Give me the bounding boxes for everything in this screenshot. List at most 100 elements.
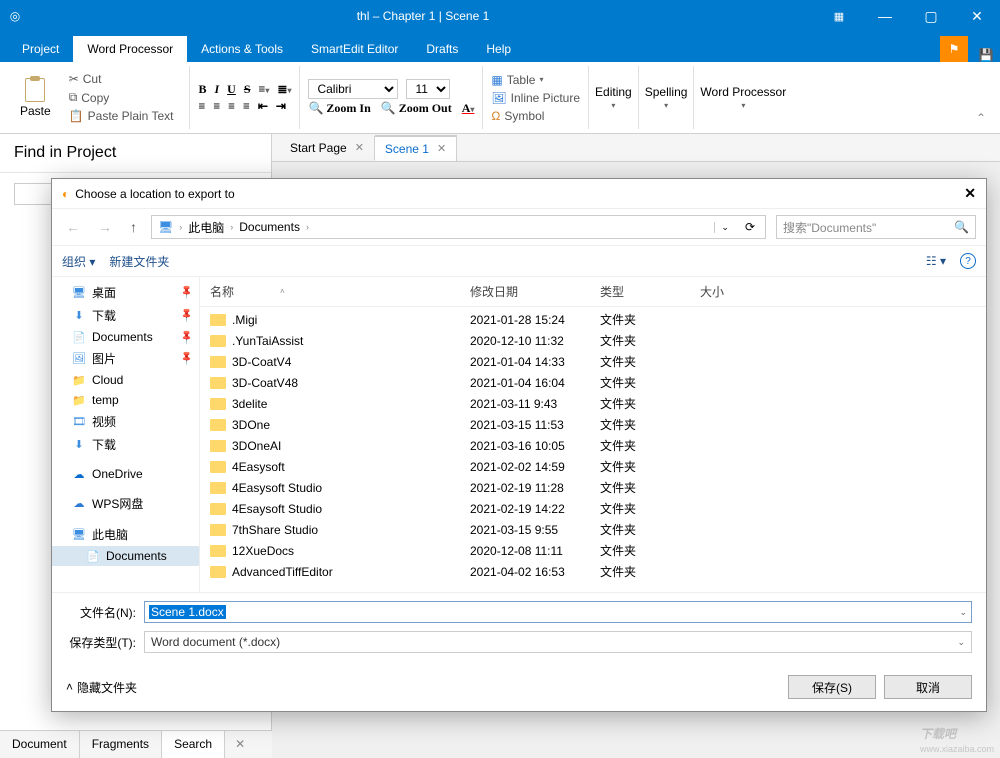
doctab-start-page[interactable]: Start Page✕: [280, 136, 375, 160]
close-icon[interactable]: ✕: [355, 141, 364, 154]
tree-item[interactable]: ⬇下载📌: [52, 304, 199, 327]
close-icon[interactable]: ✕: [437, 142, 446, 155]
file-list-header[interactable]: 名称˄ 修改日期 类型 大小: [200, 277, 986, 307]
nav-back-button[interactable]: ←: [62, 219, 84, 235]
save-icon[interactable]: 💾: [972, 48, 1000, 62]
file-row[interactable]: AdvancedTiffEditor2021-04-02 16:53文件夹: [210, 561, 976, 582]
btab-fragments[interactable]: Fragments: [80, 731, 162, 758]
btab-document[interactable]: Document: [0, 731, 80, 758]
chevron-down-icon[interactable]: ⌄: [957, 637, 965, 648]
breadcrumb-item[interactable]: 此电脑: [188, 219, 224, 236]
italic-button[interactable]: I: [214, 82, 219, 97]
cancel-button[interactable]: 取消: [884, 675, 972, 699]
file-row[interactable]: 12XueDocs2020-12-08 11:11文件夹: [210, 540, 976, 561]
search-box[interactable]: 搜索"Documents" 🔍: [776, 215, 976, 239]
paste-plain-button[interactable]: 📋Paste Plain Text: [69, 108, 174, 124]
file-row[interactable]: 3DOne2021-03-15 11:53文件夹: [210, 414, 976, 435]
align-center-button[interactable]: ≡: [213, 99, 220, 114]
tree-item[interactable]: 📁temp: [52, 390, 199, 410]
file-row[interactable]: 3D-CoatV482021-01-04 16:04文件夹: [210, 372, 976, 393]
tree-item[interactable]: ⬇下载: [52, 433, 199, 456]
view-mode-button[interactable]: ☷ ▾: [926, 254, 946, 268]
file-row[interactable]: 3delite2021-03-11 9:43文件夹: [210, 393, 976, 414]
refresh-button[interactable]: ⟳: [741, 220, 759, 234]
docs-icon: 📄: [86, 549, 100, 563]
tree-item[interactable]: 📄Documents📌: [52, 327, 199, 347]
align-left-button[interactable]: ≡: [198, 99, 205, 114]
tab-help[interactable]: Help: [472, 36, 525, 62]
save-button[interactable]: 保存(S): [788, 675, 876, 699]
ribbon-collapse-icon[interactable]: ⌃: [968, 107, 994, 129]
editing-button[interactable]: Editing▾: [589, 66, 639, 129]
dialog-close-button[interactable]: ✕: [964, 185, 976, 202]
file-row[interactable]: 4Easysoft Studio2021-02-19 11:28文件夹: [210, 477, 976, 498]
font-color-button[interactable]: A▾: [462, 101, 475, 116]
indent-increase-button[interactable]: ⇥: [276, 99, 286, 114]
file-row[interactable]: .YunTaiAssist2020-12-10 11:32文件夹: [210, 330, 976, 351]
folder-icon: [210, 545, 226, 557]
tree-item[interactable]: 📁Cloud: [52, 370, 199, 390]
organize-button[interactable]: 组织 ▾: [62, 253, 95, 270]
tree-item[interactable]: ☁WPS网盘: [52, 492, 199, 515]
font-family-select[interactable]: Calibri: [308, 79, 398, 99]
folder-icon: [210, 377, 226, 389]
zoom-out-button[interactable]: 🔍 Zoom Out: [381, 101, 452, 116]
help-button[interactable]: ?: [960, 253, 976, 269]
tab-project[interactable]: Project: [8, 36, 73, 62]
doctab-scene-1[interactable]: Scene 1✕: [375, 135, 457, 161]
breadcrumb[interactable]: 🖥 › 此电脑 › Documents › ⌄ ⟳: [151, 215, 766, 239]
symbol-button[interactable]: ΩSymbol: [491, 108, 580, 124]
tree-item[interactable]: 🖥桌面📌: [52, 281, 199, 304]
tree-item[interactable]: 📄Documents: [52, 546, 199, 566]
font-size-select[interactable]: 11: [406, 79, 450, 99]
flag-icon[interactable]: ⚑: [940, 36, 968, 62]
paste-button[interactable]: Paste: [14, 76, 57, 120]
cut-button[interactable]: ✂Cut: [69, 71, 174, 87]
tab-smartedit-editor[interactable]: SmartEdit Editor: [297, 36, 412, 62]
tab-actions-tools[interactable]: Actions & Tools: [187, 36, 297, 62]
align-justify-button[interactable]: ≡: [243, 99, 250, 114]
folder-tree[interactable]: 🖥桌面📌⬇下载📌📄Documents📌🖼图片📌📁Cloud📁temp🎞视频⬇下载…: [52, 277, 200, 592]
nav-up-button[interactable]: ↑: [126, 219, 141, 235]
chevron-down-icon[interactable]: ⌄: [959, 607, 967, 618]
nav-forward-button[interactable]: →: [94, 219, 116, 235]
word-processor-button[interactable]: Word Processor▾: [694, 66, 792, 129]
tree-item[interactable]: ☁OneDrive: [52, 464, 199, 484]
bold-button[interactable]: B: [198, 82, 206, 97]
filename-input[interactable]: Scene 1.docx⌄: [144, 601, 972, 623]
bullets-button[interactable]: ≡▾: [259, 82, 270, 97]
align-right-button[interactable]: ≡: [228, 99, 235, 114]
numbering-button[interactable]: ≣▾: [277, 82, 291, 97]
tree-item[interactable]: 🎞视频: [52, 410, 199, 433]
btab-search[interactable]: Search: [162, 731, 225, 758]
new-folder-button[interactable]: 新建文件夹: [109, 253, 169, 270]
file-row[interactable]: .Migi2021-01-28 15:24文件夹: [210, 309, 976, 330]
file-row[interactable]: 3DOneAI2021-03-16 10:05文件夹: [210, 435, 976, 456]
close-button[interactable]: ✕: [954, 0, 1000, 32]
minimize-button[interactable]: —: [862, 0, 908, 32]
tab-drafts[interactable]: Drafts: [412, 36, 472, 62]
indent-decrease-button[interactable]: ⇤: [258, 99, 268, 114]
file-row[interactable]: 4Easysoft2021-02-02 14:59文件夹: [210, 456, 976, 477]
maximize-button[interactable]: ▢: [908, 0, 954, 32]
strike-button[interactable]: S: [244, 82, 251, 97]
tab-word-processor[interactable]: Word Processor: [73, 36, 187, 62]
spelling-button[interactable]: Spelling▾: [639, 66, 695, 129]
breadcrumb-item[interactable]: Documents: [239, 220, 300, 234]
window-layout-icon[interactable]: ▦: [816, 0, 862, 32]
underline-button[interactable]: U: [227, 82, 236, 97]
inline-picture-button[interactable]: 🖼Inline Picture: [491, 90, 580, 106]
file-list[interactable]: .Migi2021-01-28 15:24文件夹.YunTaiAssist202…: [200, 307, 986, 592]
hide-folders-toggle[interactable]: ˄隐藏文件夹: [66, 679, 137, 696]
file-row[interactable]: 3D-CoatV42021-01-04 14:33文件夹: [210, 351, 976, 372]
btab-close[interactable]: ✕: [225, 731, 255, 758]
breadcrumb-dropdown[interactable]: ⌄: [714, 222, 735, 233]
filetype-select[interactable]: Word document (*.docx)⌄: [144, 631, 972, 653]
tree-item[interactable]: 🖥此电脑: [52, 523, 199, 546]
file-row[interactable]: 4Esaysoft Studio2021-02-19 14:22文件夹: [210, 498, 976, 519]
zoom-in-button[interactable]: 🔍 Zoom In: [308, 101, 370, 116]
copy-button[interactable]: ⧉Copy: [69, 89, 174, 106]
table-button[interactable]: ▦Table▾: [491, 72, 580, 88]
tree-item[interactable]: 🖼图片📌: [52, 347, 199, 370]
file-row[interactable]: 7thShare Studio2021-03-15 9:55文件夹: [210, 519, 976, 540]
